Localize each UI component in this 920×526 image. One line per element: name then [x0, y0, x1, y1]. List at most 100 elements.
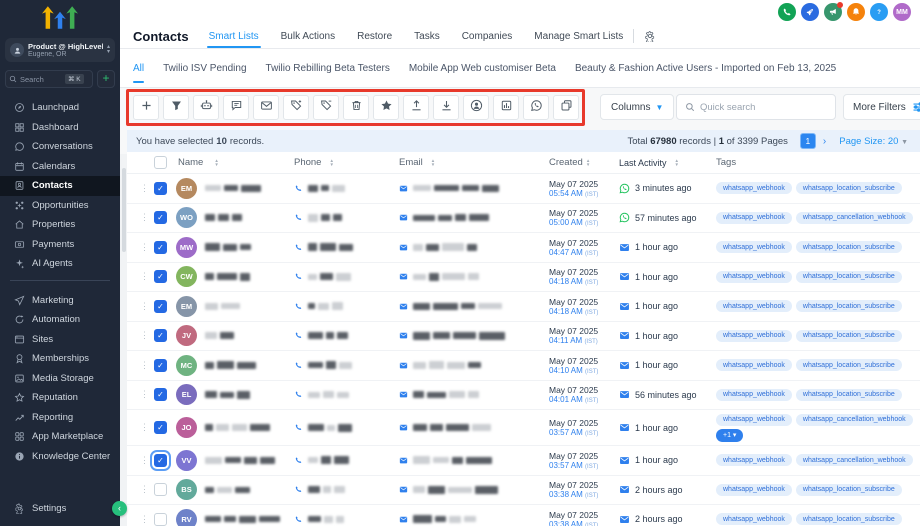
- export-contacts-button[interactable]: [403, 95, 429, 120]
- add-to-company-button[interactable]: [493, 95, 519, 120]
- drag-handle-icon[interactable]: ⋮: [140, 183, 154, 194]
- tag-pill[interactable]: whatsapp_webhook: [716, 454, 792, 466]
- user-avatar[interactable]: MM: [893, 3, 911, 21]
- contact-row[interactable]: ⋮✓MWMay 07 202504:47 AM (IST)1 hour agow…: [127, 233, 920, 263]
- sidebar-item-sites[interactable]: Sites: [0, 330, 120, 350]
- sort-icon[interactable]: ▲▼: [431, 159, 435, 167]
- contact-row[interactable]: ⋮✓EMMay 07 202505:54 AM (IST)3 minutes a…: [127, 174, 920, 204]
- page-size-select[interactable]: Page Size: 20 ▼: [839, 136, 908, 147]
- tag-pill[interactable]: whatsapp_cancellation_webhook: [796, 454, 913, 466]
- row-checkbox[interactable]: ✓: [154, 454, 167, 467]
- drag-handle-icon[interactable]: ⋮: [140, 242, 154, 253]
- column-header-last-activity[interactable]: Last Activity▲▼: [619, 158, 716, 168]
- sidebar-add-button[interactable]: +: [97, 70, 115, 88]
- sidebar-item-reputation[interactable]: Reputation: [0, 388, 120, 408]
- sidebar-item-dashboard[interactable]: Dashboard: [0, 118, 120, 138]
- sidebar-item-calendars[interactable]: Calendars: [0, 157, 120, 177]
- contact-avatar[interactable]: JO: [176, 417, 197, 438]
- quick-search-input[interactable]: [700, 102, 827, 113]
- tag-pill[interactable]: whatsapp_webhook: [716, 389, 792, 401]
- contact-row[interactable]: ⋮BSMay 07 202503:38 AM (IST)2 hours agow…: [127, 476, 920, 506]
- contact-avatar[interactable]: RV: [176, 509, 197, 526]
- row-checkbox[interactable]: ✓: [154, 421, 167, 434]
- contact-avatar[interactable]: BS: [176, 479, 197, 500]
- sort-icon[interactable]: ▲▼: [214, 159, 218, 167]
- tag-pill[interactable]: whatsapp_webhook: [716, 513, 792, 525]
- nav-tasks[interactable]: Tasks: [414, 25, 440, 48]
- delete-contacts-button[interactable]: [343, 95, 369, 120]
- more-filters-button[interactable]: More Filters 1: [843, 94, 920, 120]
- rocket-icon[interactable]: [801, 3, 819, 21]
- sidebar-collapse-button[interactable]: ‹: [112, 501, 127, 516]
- tag-pill[interactable]: whatsapp_location_subscribe: [796, 300, 902, 312]
- phone-icon[interactable]: [778, 3, 796, 21]
- drag-handle-icon[interactable]: ⋮: [140, 212, 154, 223]
- nav-restore[interactable]: Restore: [357, 25, 392, 48]
- tag-pill[interactable]: whatsapp_location_subscribe: [796, 241, 902, 253]
- tag-pill[interactable]: whatsapp_webhook: [716, 330, 792, 342]
- send-sms-button[interactable]: [223, 95, 249, 120]
- select-all-checkbox[interactable]: [154, 156, 167, 169]
- tag-pill[interactable]: whatsapp_location_subscribe: [796, 271, 902, 283]
- column-header-created[interactable]: Created▲▼: [549, 157, 619, 168]
- contact-avatar[interactable]: JV: [176, 325, 197, 346]
- tag-pill[interactable]: whatsapp_location_subscribe: [796, 484, 902, 496]
- contact-row[interactable]: ⋮✓VVMay 07 202503:57 AM (IST)1 hour agow…: [127, 446, 920, 476]
- contact-row[interactable]: ⋮✓JVMay 07 202504:11 AM (IST)1 hour agow…: [127, 322, 920, 352]
- drag-handle-icon[interactable]: ⋮: [140, 271, 154, 282]
- drag-handle-icon[interactable]: ⋮: [140, 360, 154, 371]
- send-whatsapp-button[interactable]: [523, 95, 549, 120]
- sidebar-item-knowledge-center[interactable]: Knowledge Center: [0, 447, 120, 467]
- send-email-button[interactable]: [253, 95, 279, 120]
- account-switcher[interactable]: Product @ HighLevel Eugene, OR ▴▾: [5, 38, 115, 62]
- sidebar-item-marketing[interactable]: Marketing: [0, 291, 120, 311]
- tag-pill[interactable]: whatsapp_location_subscribe: [796, 389, 902, 401]
- nav-smart-lists[interactable]: Smart Lists: [209, 25, 259, 48]
- sidebar-item-opportunities[interactable]: Opportunities: [0, 196, 120, 216]
- import-contacts-button[interactable]: [433, 95, 459, 120]
- contact-avatar[interactable]: EM: [176, 296, 197, 317]
- row-checkbox[interactable]: ✓: [154, 300, 167, 313]
- row-checkbox[interactable]: ✓: [154, 182, 167, 195]
- page-number-button[interactable]: 1: [800, 133, 816, 149]
- contact-avatar[interactable]: EM: [176, 178, 197, 199]
- tag-pill[interactable]: whatsapp_webhook: [716, 212, 792, 224]
- sidebar-item-memberships[interactable]: Memberships: [0, 349, 120, 369]
- sidebar-item-media-storage[interactable]: Media Storage: [0, 369, 120, 389]
- drag-handle-icon[interactable]: ⋮: [140, 484, 154, 495]
- smart-list-tab-1[interactable]: Twilio ISV Pending: [163, 49, 246, 87]
- tag-pill[interactable]: whatsapp_webhook: [716, 300, 792, 312]
- column-header-phone[interactable]: Phone▲▼: [294, 157, 399, 168]
- contact-row[interactable]: ⋮RVMay 07 202503:38 AM (IST)2 hours agow…: [127, 505, 920, 526]
- drag-handle-icon[interactable]: ⋮: [140, 514, 154, 525]
- smart-list-settings-gear-icon[interactable]: [644, 30, 656, 42]
- nav-bulk-actions[interactable]: Bulk Actions: [281, 25, 335, 48]
- help-icon[interactable]: ?: [870, 3, 888, 21]
- copy-contacts-button[interactable]: [553, 95, 579, 120]
- row-checkbox[interactable]: [154, 483, 167, 496]
- contact-avatar[interactable]: WO: [176, 207, 197, 228]
- sort-icon[interactable]: ▲▼: [329, 159, 333, 167]
- drag-handle-icon[interactable]: ⋮: [140, 330, 154, 341]
- sidebar-item-payments[interactable]: Payments: [0, 235, 120, 255]
- sidebar-search[interactable]: ⌘ K: [5, 70, 93, 88]
- sidebar-item-app-marketplace[interactable]: App Marketplace: [0, 427, 120, 447]
- column-header-name[interactable]: Name▲▼: [176, 157, 294, 168]
- add-tag-button[interactable]: [283, 95, 309, 120]
- highlevel-logo-icon[interactable]: [0, 0, 120, 36]
- tag-pill[interactable]: whatsapp_webhook: [716, 359, 792, 371]
- contact-avatar[interactable]: CW: [176, 266, 197, 287]
- bulk-automation-button[interactable]: [193, 95, 219, 120]
- contact-row[interactable]: ⋮✓JOMay 07 202503:57 AM (IST)1 hour agow…: [127, 410, 920, 446]
- row-checkbox[interactable]: ✓: [154, 359, 167, 372]
- quick-filter-button[interactable]: [163, 95, 189, 120]
- row-checkbox[interactable]: ✓: [154, 241, 167, 254]
- tag-pill[interactable]: whatsapp_webhook: [716, 182, 792, 194]
- tag-pill[interactable]: whatsapp_location_subscribe: [796, 513, 902, 525]
- vertical-scrollbar[interactable]: [120, 154, 127, 526]
- contact-row[interactable]: ⋮✓EMMay 07 202504:18 AM (IST)1 hour agow…: [127, 292, 920, 322]
- contact-row[interactable]: ⋮✓MCMay 07 202504:10 AM (IST)1 hour agow…: [127, 351, 920, 381]
- scrollbar-thumb[interactable]: [122, 168, 126, 252]
- sidebar-item-conversations[interactable]: Conversations: [0, 137, 120, 157]
- sidebar-item-settings[interactable]: Settings: [0, 499, 120, 519]
